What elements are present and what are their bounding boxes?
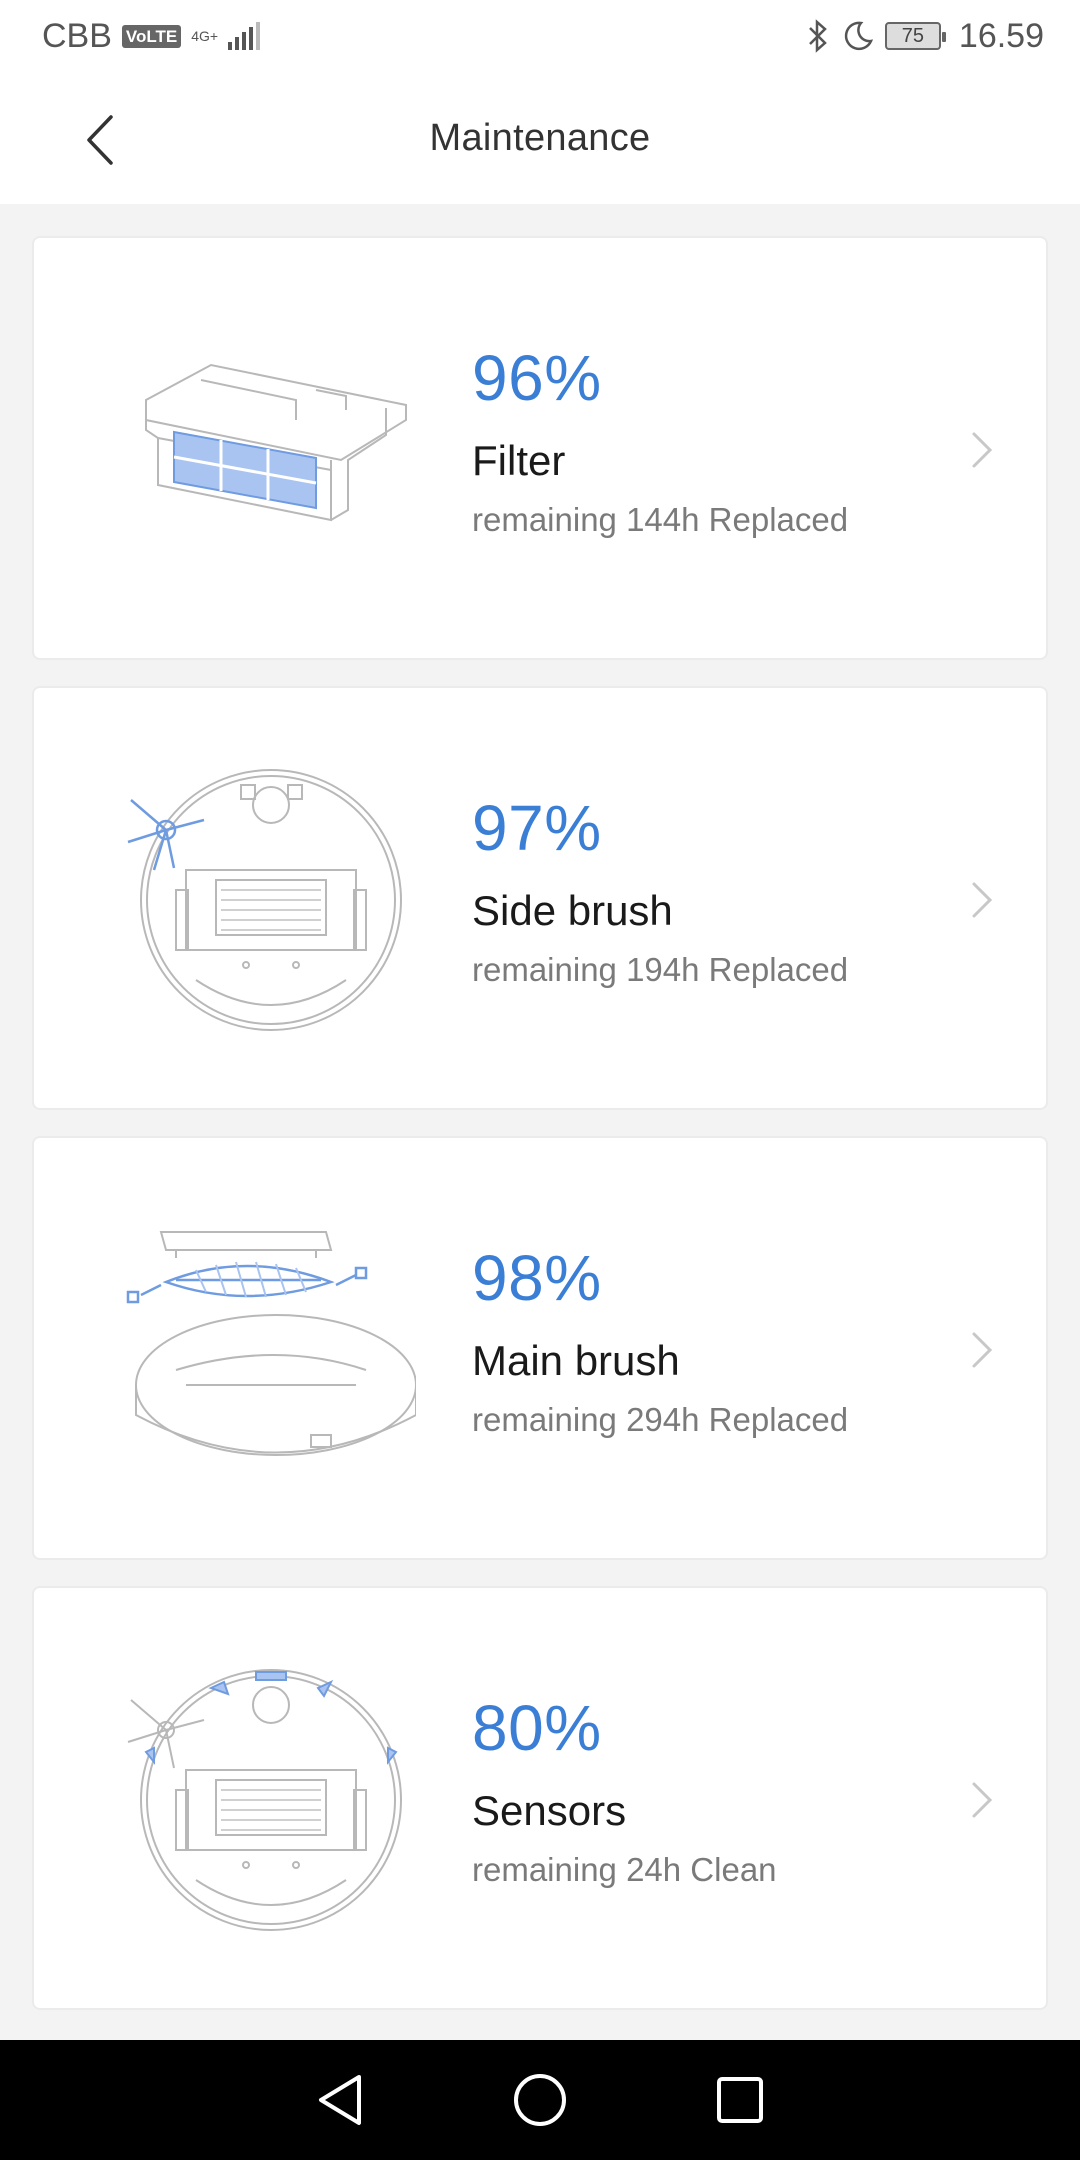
item-name: Side brush <box>472 887 673 934</box>
remaining-percent: 96% <box>472 342 602 414</box>
clock: 16.59 <box>958 16 1044 55</box>
back-arrow-icon <box>87 115 113 165</box>
nav-recents-button[interactable] <box>705 2065 775 2135</box>
card-text: 98% Main brush remaining 294h Replaced <box>472 1246 848 1440</box>
signal-icon <box>228 22 261 50</box>
bluetooth-icon <box>809 19 827 53</box>
battery-icon: 75 <box>884 22 946 50</box>
system-nav-bar <box>0 2040 1080 2160</box>
main-brush-illustration <box>126 1231 416 1456</box>
square-recents-icon <box>717 2077 763 2123</box>
item-status: remaining 294h Replaced <box>472 1401 849 1439</box>
back-button[interactable] <box>70 110 130 170</box>
item-status: remaining 24h Clean <box>472 1851 777 1889</box>
maintenance-card-main-brush[interactable]: 98% Main brush remaining 294h Replaced <box>32 1136 1048 1560</box>
status-left: CBB VoLTE 4G+ <box>42 16 261 56</box>
carrier-name: CBB <box>42 16 112 55</box>
item-name: Main brush <box>472 1337 680 1384</box>
page-title: Maintenance <box>429 116 651 159</box>
chevron-right-icon <box>972 1782 993 1818</box>
filter-illustration <box>145 363 407 522</box>
sensors-illustration <box>127 1669 402 1931</box>
maintenance-card-filter[interactable]: 96% Filter remaining 144h Replaced <box>32 236 1048 660</box>
card-text: 80% Sensors remaining 24h Clean <box>472 1696 777 1890</box>
circle-home-icon <box>514 2074 566 2126</box>
card-text: 96% Filter remaining 144h Replaced <box>472 346 848 540</box>
maintenance-card-sensors[interactable]: 80% Sensors remaining 24h Clean <box>32 1586 1048 2010</box>
moon-icon <box>844 21 873 51</box>
chevron-right-icon <box>972 1332 993 1368</box>
maintenance-card-side-brush[interactable]: 97% Side brush remaining 194h Replaced <box>32 686 1048 1110</box>
chevron-right-icon <box>972 432 993 468</box>
item-name: Filter <box>472 437 566 484</box>
network-type: 4G+ <box>191 28 219 44</box>
item-status: remaining 144h Replaced <box>472 501 849 539</box>
triangle-back-icon <box>319 2075 361 2125</box>
status-bar: CBB VoLTE 4G+ 75 16.59 <box>0 0 1080 72</box>
nav-home-button[interactable] <box>505 2065 575 2135</box>
remaining-percent: 80% <box>472 1692 602 1764</box>
item-name: Sensors <box>472 1787 627 1834</box>
chevron-right-icon <box>972 882 993 918</box>
nav-back-button[interactable] <box>305 2065 375 2135</box>
status-right: 75 16.59 <box>805 17 1044 56</box>
side-brush-illustration <box>127 769 402 1031</box>
app-header: Maintenance <box>0 72 1080 204</box>
maintenance-list: 96% Filter remaining 144h Replaced 97% S… <box>32 236 1048 2036</box>
card-text: 97% Side brush remaining 194h Replaced <box>472 796 848 990</box>
volte-badge: VoLTE <box>121 24 182 48</box>
item-status: remaining 194h Replaced <box>472 951 849 989</box>
remaining-percent: 97% <box>472 792 602 864</box>
remaining-percent: 98% <box>472 1242 602 1314</box>
